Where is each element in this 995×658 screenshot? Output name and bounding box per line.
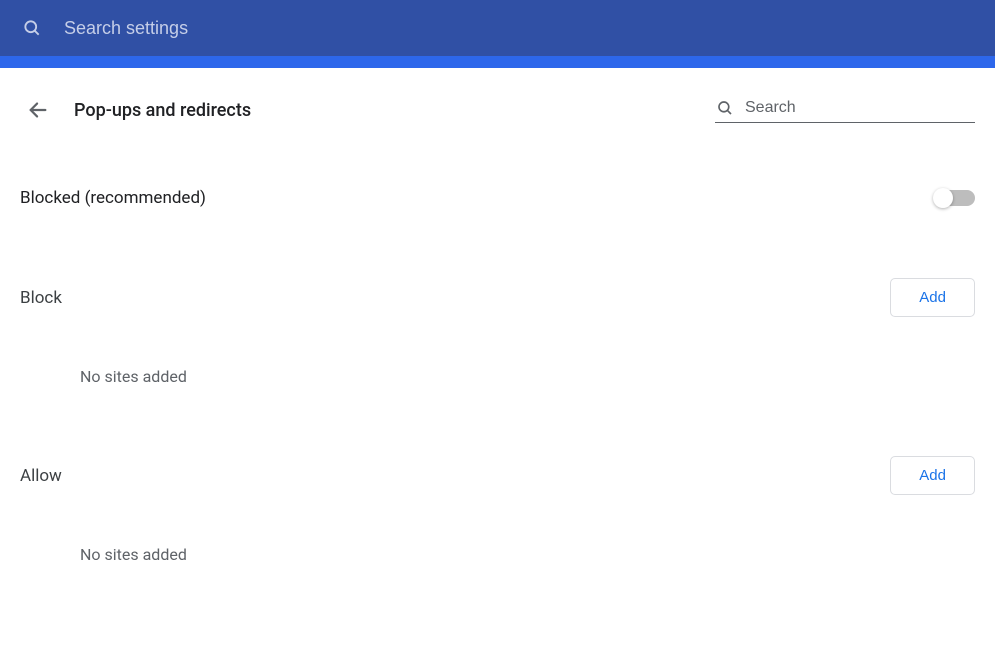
blocked-toggle-label: Blocked (recommended) xyxy=(20,188,206,208)
search-icon xyxy=(715,98,735,118)
top-search-input[interactable] xyxy=(64,18,975,39)
top-search-bar xyxy=(0,0,995,56)
allow-section: Allow Add No sites added xyxy=(20,456,975,564)
allow-section-title: Allow xyxy=(20,466,62,486)
search-icon xyxy=(20,16,44,40)
back-button[interactable] xyxy=(20,92,56,128)
toggle-knob xyxy=(933,188,953,208)
accent-stripe xyxy=(0,56,995,68)
allow-add-button[interactable]: Add xyxy=(890,456,975,495)
block-section-title: Block xyxy=(20,288,62,308)
block-section: Block Add No sites added xyxy=(20,278,975,386)
blocked-toggle[interactable] xyxy=(935,190,975,206)
page-search-input[interactable] xyxy=(745,99,975,117)
blocked-toggle-row: Blocked (recommended) xyxy=(20,188,975,208)
allow-empty-text: No sites added xyxy=(20,545,975,564)
page-title: Pop-ups and redirects xyxy=(74,100,251,121)
page-search-field[interactable] xyxy=(715,98,975,123)
block-empty-text: No sites added xyxy=(20,367,975,386)
page-header: Pop-ups and redirects xyxy=(20,92,975,128)
block-add-button[interactable]: Add xyxy=(890,278,975,317)
